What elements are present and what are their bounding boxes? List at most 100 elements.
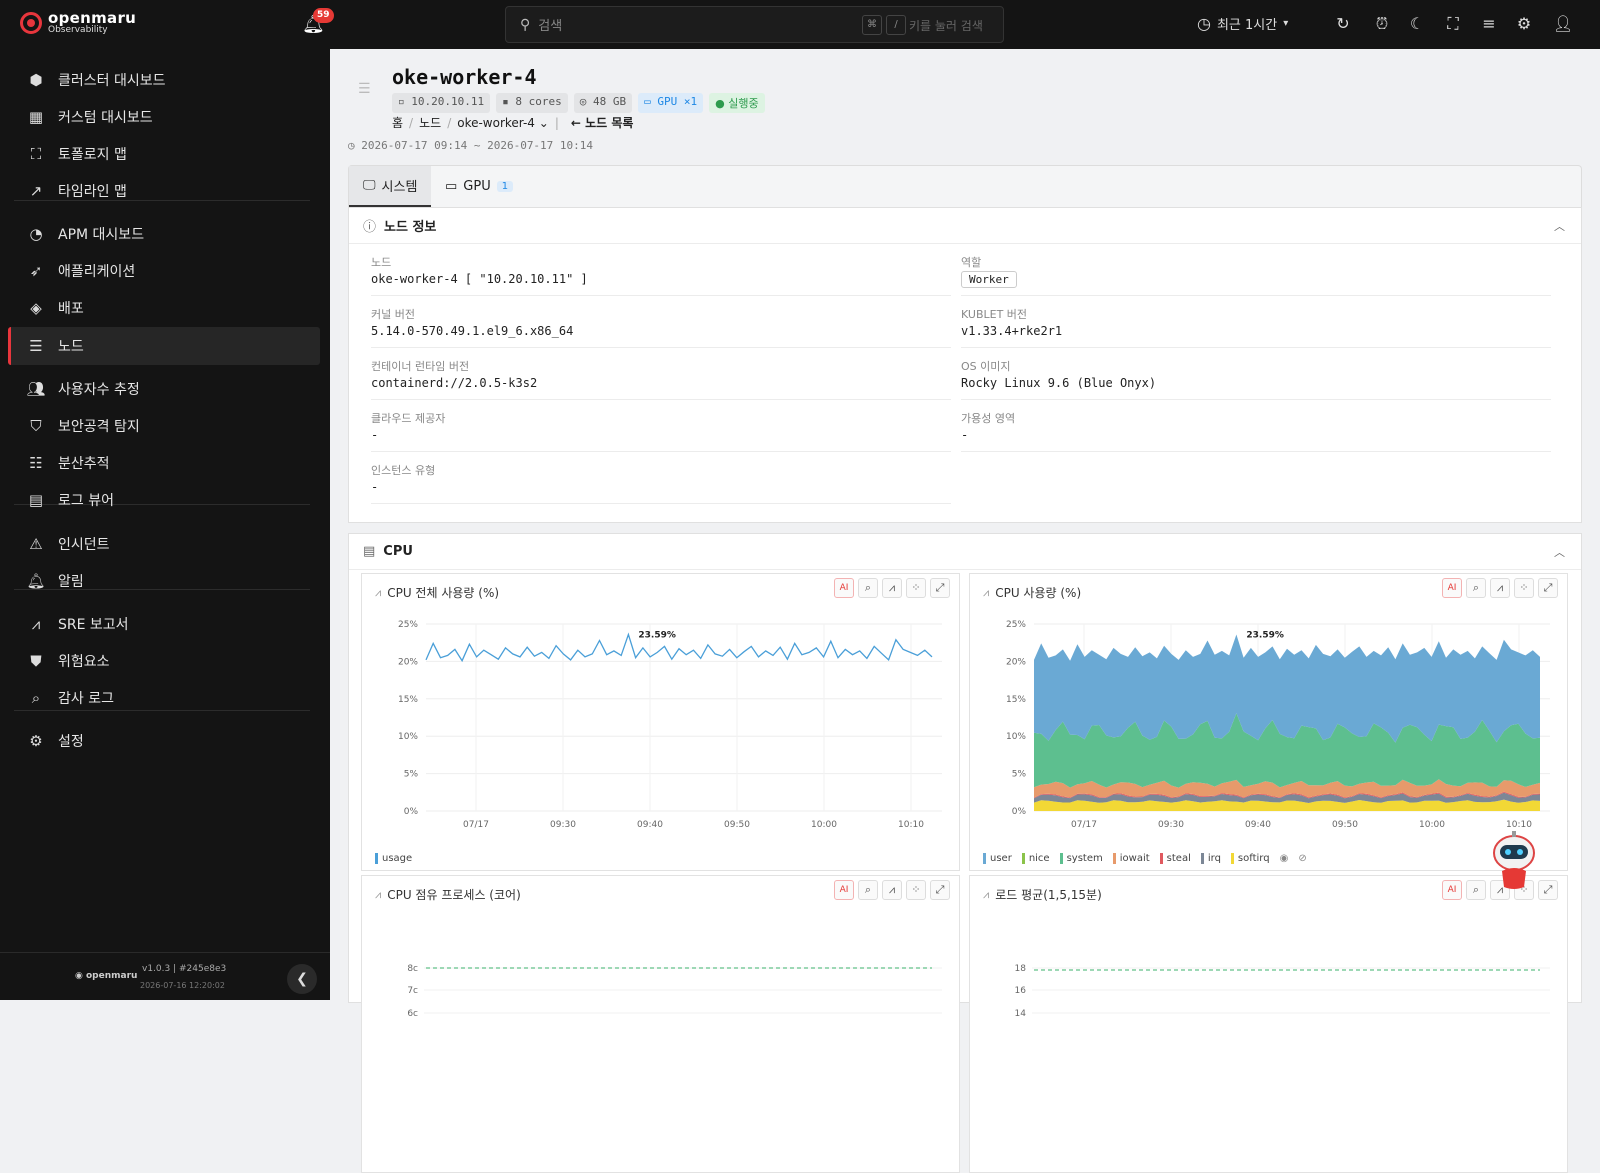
gauge-icon: ◔ — [29, 225, 43, 243]
legend-item[interactable]: softirq — [1230, 853, 1270, 864]
x-tick-label: 09:40 — [637, 820, 663, 830]
chart-tools: AI ⌕ ⩘ ⁘ ⤢ — [834, 880, 950, 900]
ai-analyze-button[interactable]: AI — [1442, 578, 1462, 598]
legend-item[interactable]: iowait — [1112, 853, 1150, 864]
inspect-button[interactable]: ⌕ — [1466, 578, 1486, 598]
expand-button[interactable]: ⤢ — [1538, 578, 1558, 598]
chart-card: ⩘ CPU 사용량 (%) AI ⌕ ⩘ ⁘ ⤢ 0% 5% 10% 15% 20% 25% 07/17 0… — [969, 573, 1568, 871]
sidebar-item-trace[interactable]: ☷ 분산추적 — [8, 444, 320, 482]
ai-analyze-button[interactable]: AI — [1442, 880, 1462, 900]
search-input[interactable]: ⚲ 검색 ⌘ / 키를 눌러 검색 — [505, 6, 1004, 43]
legend-item[interactable]: irq — [1200, 853, 1221, 864]
slash-key: / — [886, 15, 906, 35]
trend-button[interactable]: ⩘ — [1490, 578, 1510, 598]
y-tick-label: 7c — [407, 986, 418, 996]
fullscreen-icon[interactable]: ⛶ — [1443, 14, 1463, 34]
menu-icon[interactable]: ≡ — [1479, 14, 1499, 33]
y-tick-label: 25% — [1006, 620, 1026, 630]
sidebar-item-gear[interactable]: ⚙ 설정 — [8, 722, 320, 760]
collapse-icon[interactable]: ︿ — [1554, 544, 1565, 560]
node-info-header[interactable]: ⓘ 노드 정보 ︿ — [349, 208, 1581, 244]
sidebar-item-dashboard[interactable]: ▦ 커스텀 대시보드 — [8, 98, 320, 136]
collapse-icon[interactable]: ︿ — [1554, 218, 1565, 234]
chart-svg: 0% 5% 10% 15% 20% 25% 07/17 09:30 09:40 09:50 10:0… — [1006, 620, 1550, 830]
show-all-icon[interactable]: ◉ — [1280, 853, 1289, 864]
sidebar-item-chart[interactable]: ⩘ SRE 보고서 — [8, 605, 320, 643]
legend-item[interactable]: usage — [375, 853, 412, 864]
ai-assistant-robot-icon[interactable] — [1488, 829, 1540, 893]
legend-item[interactable]: nice — [1021, 853, 1050, 864]
sidebar-item-cluster[interactable]: ⬢ 클러스터 대시보드 — [8, 61, 320, 99]
sidebar-item-topology[interactable]: ⛶ 토폴로지 맵 — [8, 135, 320, 173]
alarm-icon[interactable]: ⏰︎ — [1372, 14, 1392, 34]
ai-analyze-button[interactable]: AI — [834, 578, 854, 598]
expand-button[interactable]: ⤢ — [930, 578, 950, 598]
legend-item[interactable]: steal — [1159, 853, 1191, 864]
inspect-button[interactable]: ⌕ — [1466, 880, 1486, 900]
sidebar-item-lock-shield[interactable]: ⛊ 위험요소 — [8, 642, 320, 680]
tab-system[interactable]: 🖵︎ 시스템 — [349, 166, 432, 207]
scatter-button[interactable]: ⁘ — [906, 880, 926, 900]
y-tick-label: 20% — [1006, 657, 1026, 667]
sidebar-item-layers[interactable]: ◈ 배포 — [8, 289, 320, 327]
sidebar-item-audit[interactable]: ⌕ 감사 로그 — [8, 679, 320, 717]
inspect-button[interactable]: ⌕ — [858, 578, 878, 598]
shield-icon: ⛉ — [30, 417, 42, 435]
log-icon: ▤ — [28, 491, 44, 509]
sidebar-item-label: 인시던트 — [58, 537, 110, 553]
sidebar-item-log[interactable]: ▤ 로그 뷰어 — [8, 481, 320, 519]
chart-svg: 6c 7c 8c — [407, 964, 942, 1019]
chart-title: ⩘ 로드 평균(1,5,15분) — [983, 887, 1102, 903]
inspect-button[interactable]: ⌕ — [858, 880, 878, 900]
scatter-button[interactable]: ⁘ — [1514, 578, 1534, 598]
trend-button[interactable]: ⩘ — [882, 880, 902, 900]
sidebar-item-bell[interactable]: 🔔︎ 알림 — [8, 562, 320, 600]
scatter-button[interactable]: ⁘ — [906, 578, 926, 598]
sidebar-item-gauge[interactable]: ◔ APM 대시보드 — [8, 215, 320, 253]
cpu-header[interactable]: ▤ CPU ︿ — [349, 534, 1581, 570]
time-range-select[interactable]: ◷ 최근 1시간 ▾ — [1197, 14, 1288, 33]
timeline-icon: ↗ — [29, 182, 43, 200]
sidebar-collapse-button[interactable]: ❮ — [287, 964, 317, 994]
expand-button[interactable]: ⤢ — [1538, 880, 1558, 900]
sidebar-item-server[interactable]: ☰ 노드 — [8, 327, 320, 365]
info-label: KUBLET 버전 — [961, 308, 1028, 321]
chart-icon: ⩘ — [31, 615, 41, 633]
brand-logo[interactable]: openmaru Observability — [20, 11, 136, 35]
expand-button[interactable]: ⤢ — [930, 880, 950, 900]
sidebar-item-timeline[interactable]: ↗ 타임라인 맵 — [8, 172, 320, 210]
monitor-icon: 🖵︎ — [363, 178, 376, 193]
moon-icon[interactable]: ☾ — [1407, 14, 1427, 33]
hide-all-icon[interactable]: ⊘ — [1298, 853, 1306, 864]
tab-gpu[interactable]: ▭ GPU 1 — [431, 166, 527, 207]
time-range-label: 최근 1시간 — [1216, 18, 1278, 33]
sidebar-item-users[interactable]: 👥︎ 사용자수 추정 — [8, 370, 320, 408]
refresh-icon[interactable]: ↻ — [1333, 14, 1353, 33]
sidebar-item-rocket[interactable]: ➶ 애플리케이션 — [8, 252, 320, 290]
sidebar-item-shield[interactable]: ⛉ 보안공격 탐지 — [8, 407, 320, 445]
search-hint: 키를 눌러 검색 — [909, 19, 983, 33]
user-icon[interactable]: 👤︎ — [1553, 14, 1573, 33]
back-to-node-list[interactable]: ← 노드 목록 — [571, 114, 634, 131]
crumb-node-select[interactable]: oke-worker-4 ⌄ — [457, 116, 549, 130]
gear-icon[interactable]: ⚙ — [1514, 14, 1534, 33]
trend-button[interactable]: ⩘ — [882, 578, 902, 598]
y-tick-label: 16 — [1015, 986, 1027, 996]
sidebar-item-warning[interactable]: ⚠ 인시던트 — [8, 525, 320, 563]
status-badge: ● 실행중 — [709, 93, 765, 113]
chart-title: ⩘ CPU 전체 사용량 (%) — [375, 585, 500, 601]
top-bar: openmaru Observability 🔔︎ 59 ⚲ 검색 ⌘ / 키를… — [0, 0, 1600, 49]
info-value: - — [371, 480, 379, 494]
legend-item[interactable]: user — [983, 853, 1012, 864]
crumb-nodes[interactable]: 노드 — [419, 114, 441, 131]
x-tick-label: 09:30 — [1158, 820, 1184, 830]
list-toggle-icon[interactable]: ☰ — [358, 81, 371, 97]
ai-analyze-button[interactable]: AI — [834, 880, 854, 900]
chart-card: ⩘ CPU 점유 프로세스 (코어) AI ⌕ ⩘ ⁘ ⤢ 6c 7c 8c — [361, 875, 960, 1173]
chart-legend: user nice system iowait steal irq softirq ◉ ⊘ — [983, 853, 1307, 864]
chart-tools: AI ⌕ ⩘ ⁘ ⤢ — [1442, 578, 1558, 598]
crumb-home[interactable]: 홈 — [392, 114, 403, 131]
y-tick-label: 5% — [404, 770, 419, 780]
legend-item[interactable]: system — [1059, 853, 1103, 864]
y-tick-label: 25% — [398, 620, 418, 630]
